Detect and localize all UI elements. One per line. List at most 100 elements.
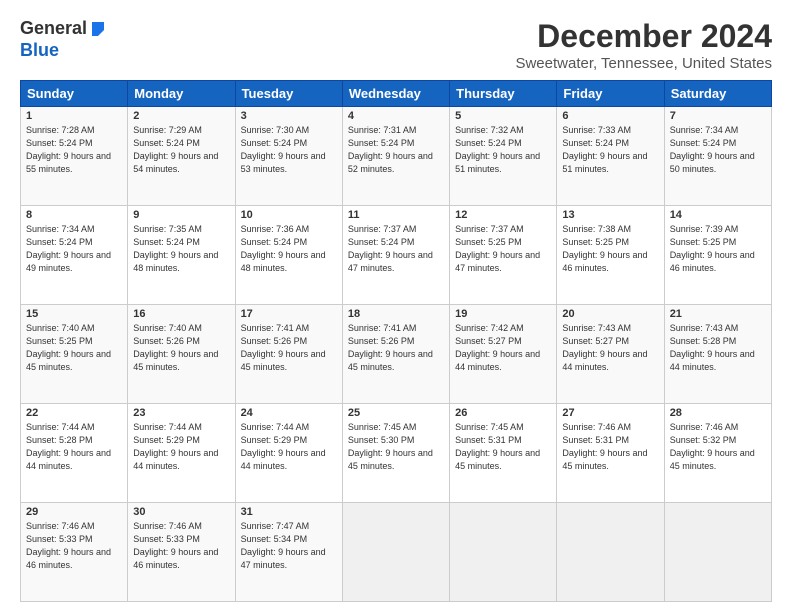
calendar-cell (557, 503, 664, 602)
title-area: December 2024 Sweetwater, Tennessee, Uni… (515, 18, 772, 72)
day-number: 31 (241, 506, 337, 518)
day-info: Sunrise: 7:35 AM Sunset: 5:24 PM Dayligh… (133, 223, 229, 275)
header: General Blue December 2024 Sweetwater, T… (20, 18, 772, 72)
day-number: 12 (455, 209, 551, 221)
calendar-header-row: SundayMondayTuesdayWednesdayThursdayFrid… (21, 81, 772, 107)
day-info: Sunrise: 7:47 AM Sunset: 5:34 PM Dayligh… (241, 520, 337, 572)
calendar-cell: 8 Sunrise: 7:34 AM Sunset: 5:24 PM Daylig… (21, 206, 128, 305)
day-info: Sunrise: 7:32 AM Sunset: 5:24 PM Dayligh… (455, 124, 551, 176)
calendar-cell: 25Sunrise: 7:45 AM Sunset: 5:30 PM Dayli… (342, 404, 449, 503)
day-info: Sunrise: 7:40 AM Sunset: 5:25 PM Dayligh… (26, 322, 122, 374)
day-info: Sunrise: 7:41 AM Sunset: 5:26 PM Dayligh… (348, 322, 444, 374)
calendar-header-sunday: Sunday (21, 81, 128, 107)
day-number: 7 (670, 110, 766, 122)
day-info: Sunrise: 7:45 AM Sunset: 5:30 PM Dayligh… (348, 421, 444, 473)
calendar-cell (342, 503, 449, 602)
main-title: December 2024 (515, 18, 772, 55)
calendar-cell: 26 Sunrise: 7:45 AM Sunset: 5:31 PM Dayli… (450, 404, 557, 503)
day-number: 15 (26, 308, 122, 320)
day-info: Sunrise: 7:43 AM Sunset: 5:27 PM Dayligh… (562, 322, 658, 374)
day-number: 11 (348, 209, 444, 221)
day-number: 29 (26, 506, 122, 518)
calendar-cell: 12 Sunrise: 7:37 AM Sunset: 5:25 PM Dayli… (450, 206, 557, 305)
day-number: 20 (562, 308, 658, 320)
day-info: Sunrise: 7:46 AM Sunset: 5:31 PM Dayligh… (562, 421, 658, 473)
day-info: Sunrise: 7:33 AM Sunset: 5:24 PM Dayligh… (562, 124, 658, 176)
calendar-header-friday: Friday (557, 81, 664, 107)
calendar-cell: 20 Sunrise: 7:43 AM Sunset: 5:27 PM Dayli… (557, 305, 664, 404)
day-info: Sunrise: 7:39 AM Sunset: 5:25 PM Dayligh… (670, 223, 766, 275)
day-info: Sunrise: 7:45 AM Sunset: 5:31 PM Dayligh… (455, 421, 551, 473)
day-info: Sunrise: 7:44 AM Sunset: 5:29 PM Dayligh… (241, 421, 337, 473)
day-number: 8 (26, 209, 122, 221)
calendar-cell (450, 503, 557, 602)
calendar-cell: 5 Sunrise: 7:32 AM Sunset: 5:24 PM Daylig… (450, 107, 557, 206)
calendar-cell: 22Sunrise: 7:44 AM Sunset: 5:28 PM Dayli… (21, 404, 128, 503)
day-number: 13 (562, 209, 658, 221)
day-number: 17 (241, 308, 337, 320)
day-info: Sunrise: 7:29 AM Sunset: 5:24 PM Dayligh… (133, 124, 229, 176)
calendar-cell: 2Sunrise: 7:29 AM Sunset: 5:24 PM Daylig… (128, 107, 235, 206)
day-number: 1 (26, 110, 122, 122)
day-number: 27 (562, 407, 658, 419)
day-info: Sunrise: 7:31 AM Sunset: 5:24 PM Dayligh… (348, 124, 444, 176)
calendar: SundayMondayTuesdayWednesdayThursdayFrid… (20, 80, 772, 602)
day-number: 23 (133, 407, 229, 419)
day-number: 18 (348, 308, 444, 320)
calendar-cell: 4 Sunrise: 7:31 AM Sunset: 5:24 PM Daylig… (342, 107, 449, 206)
calendar-week-row: 22Sunrise: 7:44 AM Sunset: 5:28 PM Dayli… (21, 404, 772, 503)
day-info: Sunrise: 7:41 AM Sunset: 5:26 PM Dayligh… (241, 322, 337, 374)
calendar-cell: 11 Sunrise: 7:37 AM Sunset: 5:24 PM Dayli… (342, 206, 449, 305)
calendar-week-row: 1Sunrise: 7:28 AM Sunset: 5:24 PM Daylig… (21, 107, 772, 206)
day-info: Sunrise: 7:46 AM Sunset: 5:33 PM Dayligh… (133, 520, 229, 572)
logo-blue: Blue (20, 41, 106, 61)
day-info: Sunrise: 7:46 AM Sunset: 5:32 PM Dayligh… (670, 421, 766, 473)
calendar-cell: 28 Sunrise: 7:46 AM Sunset: 5:32 PM Dayli… (664, 404, 771, 503)
calendar-cell: 29 Sunrise: 7:46 AM Sunset: 5:33 PM Dayli… (21, 503, 128, 602)
calendar-cell: 31 Sunrise: 7:47 AM Sunset: 5:34 PM Dayli… (235, 503, 342, 602)
day-number: 10 (241, 209, 337, 221)
calendar-cell: 9Sunrise: 7:35 AM Sunset: 5:24 PM Daylig… (128, 206, 235, 305)
page: General Blue December 2024 Sweetwater, T… (0, 0, 792, 612)
day-number: 28 (670, 407, 766, 419)
calendar-cell: 21Sunrise: 7:43 AM Sunset: 5:28 PM Dayli… (664, 305, 771, 404)
day-info: Sunrise: 7:30 AM Sunset: 5:24 PM Dayligh… (241, 124, 337, 176)
day-number: 26 (455, 407, 551, 419)
day-number: 4 (348, 110, 444, 122)
logo: General Blue (20, 18, 106, 60)
logo-triangle (90, 20, 106, 41)
day-number: 21 (670, 308, 766, 320)
calendar-header-monday: Monday (128, 81, 235, 107)
calendar-cell: 14 Sunrise: 7:39 AM Sunset: 5:25 PM Dayli… (664, 206, 771, 305)
day-number: 14 (670, 209, 766, 221)
calendar-cell: 27 Sunrise: 7:46 AM Sunset: 5:31 PM Dayli… (557, 404, 664, 503)
day-number: 22 (26, 407, 122, 419)
calendar-cell: 19Sunrise: 7:42 AM Sunset: 5:27 PM Dayli… (450, 305, 557, 404)
calendar-header-wednesday: Wednesday (342, 81, 449, 107)
day-info: Sunrise: 7:34 AM Sunset: 5:24 PM Dayligh… (26, 223, 122, 275)
day-info: Sunrise: 7:46 AM Sunset: 5:33 PM Dayligh… (26, 520, 122, 572)
calendar-cell: 15 Sunrise: 7:40 AM Sunset: 5:25 PM Dayli… (21, 305, 128, 404)
calendar-cell: 23Sunrise: 7:44 AM Sunset: 5:29 PM Dayli… (128, 404, 235, 503)
calendar-week-row: 29 Sunrise: 7:46 AM Sunset: 5:33 PM Dayli… (21, 503, 772, 602)
calendar-week-row: 15 Sunrise: 7:40 AM Sunset: 5:25 PM Dayli… (21, 305, 772, 404)
day-info: Sunrise: 7:36 AM Sunset: 5:24 PM Dayligh… (241, 223, 337, 275)
calendar-cell: 17 Sunrise: 7:41 AM Sunset: 5:26 PM Dayli… (235, 305, 342, 404)
calendar-cell: 3Sunrise: 7:30 AM Sunset: 5:24 PM Daylig… (235, 107, 342, 206)
day-number: 5 (455, 110, 551, 122)
day-info: Sunrise: 7:40 AM Sunset: 5:26 PM Dayligh… (133, 322, 229, 374)
calendar-header-thursday: Thursday (450, 81, 557, 107)
day-info: Sunrise: 7:42 AM Sunset: 5:27 PM Dayligh… (455, 322, 551, 374)
calendar-cell: 24Sunrise: 7:44 AM Sunset: 5:29 PM Dayli… (235, 404, 342, 503)
day-info: Sunrise: 7:34 AM Sunset: 5:24 PM Dayligh… (670, 124, 766, 176)
calendar-cell: 1Sunrise: 7:28 AM Sunset: 5:24 PM Daylig… (21, 107, 128, 206)
day-number: 6 (562, 110, 658, 122)
calendar-header-tuesday: Tuesday (235, 81, 342, 107)
day-info: Sunrise: 7:37 AM Sunset: 5:24 PM Dayligh… (348, 223, 444, 275)
calendar-cell: 16Sunrise: 7:40 AM Sunset: 5:26 PM Dayli… (128, 305, 235, 404)
logo-text: General Blue (20, 18, 106, 60)
day-info: Sunrise: 7:37 AM Sunset: 5:25 PM Dayligh… (455, 223, 551, 275)
calendar-cell: 6 Sunrise: 7:33 AM Sunset: 5:24 PM Daylig… (557, 107, 664, 206)
calendar-cell: 10 Sunrise: 7:36 AM Sunset: 5:24 PM Dayli… (235, 206, 342, 305)
calendar-cell (664, 503, 771, 602)
